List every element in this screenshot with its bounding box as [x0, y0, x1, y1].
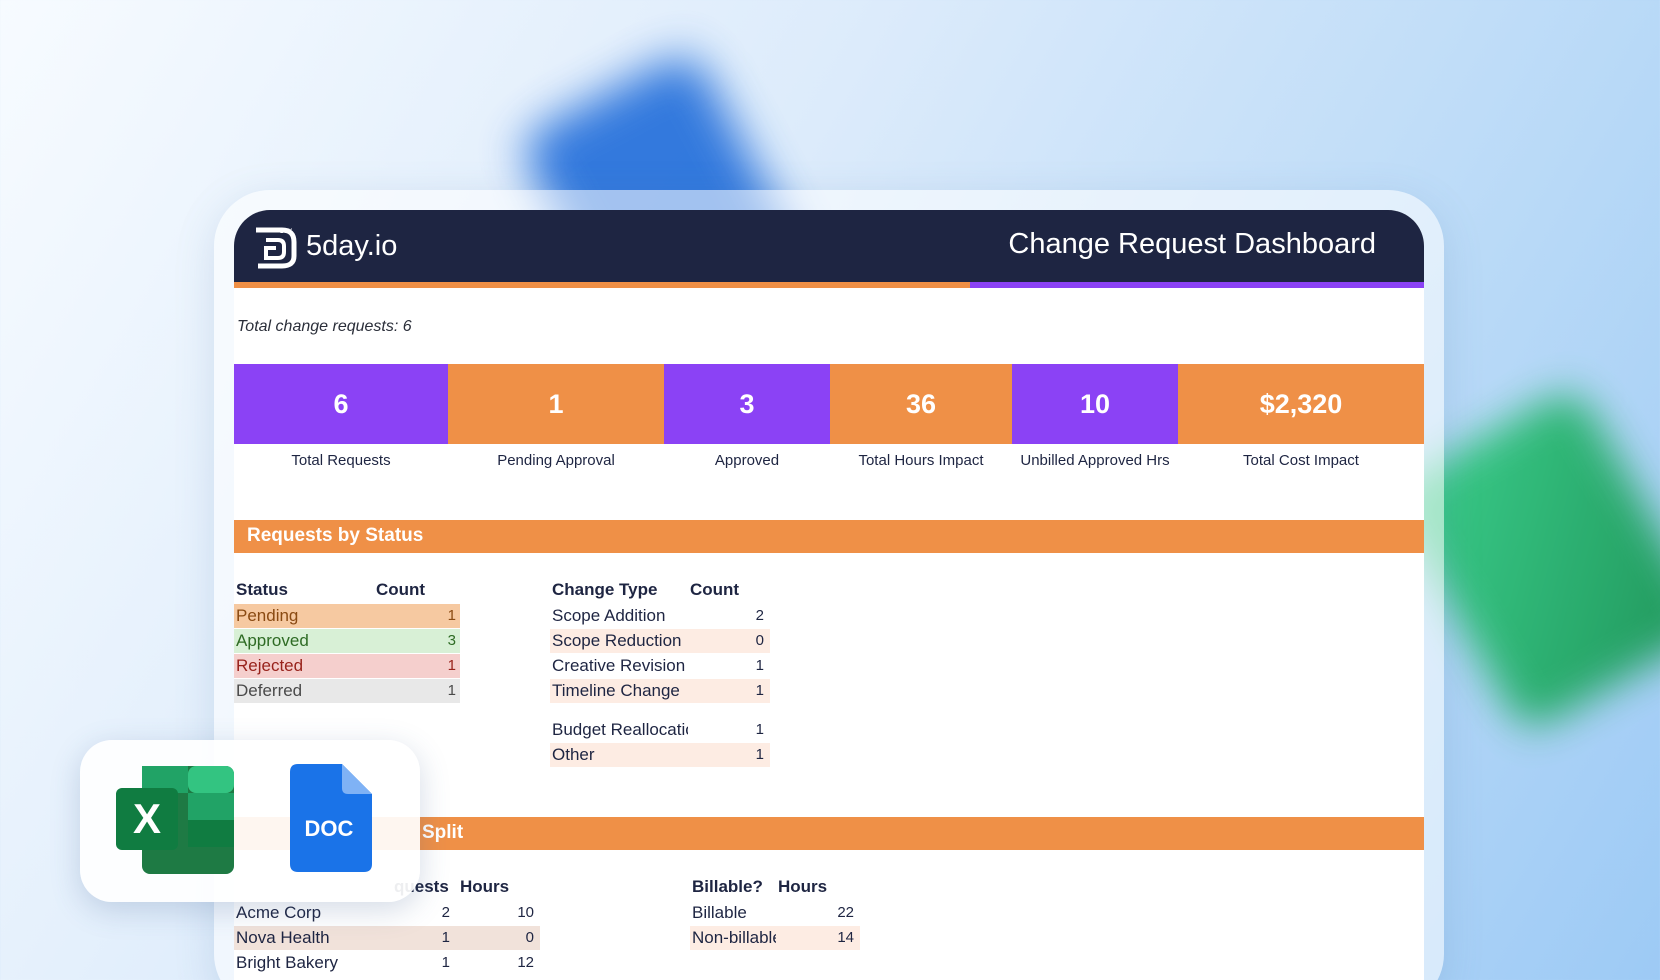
table-row: Billable 22 — [690, 901, 860, 925]
logo-icon: DAY — [256, 227, 297, 269]
section-title: Split — [422, 822, 464, 843]
accent-bar-purple — [970, 282, 1424, 288]
table-row: Bright Bakery 1 12 — [234, 951, 540, 975]
kpi-label: Total Cost Impact — [1243, 452, 1359, 469]
table-row: Other 1 — [550, 743, 770, 767]
kpi-value: 3 — [739, 388, 755, 419]
kpi-approved: 3 — [664, 364, 830, 444]
kpi-label: Pending Approval — [497, 452, 615, 469]
table-row: Acme Corp 2 10 — [234, 901, 540, 925]
row-requests: 1 — [441, 954, 450, 971]
row-label: Other — [552, 745, 595, 764]
kpi-value: 6 — [333, 388, 349, 419]
kpi-value: 36 — [905, 388, 937, 419]
kpi-unbilled-approved-hrs: 10 — [1012, 364, 1178, 444]
row-hours: 12 — [517, 954, 534, 971]
table-row: Scope Reduction 0 — [550, 629, 770, 653]
logo-small-text: DAY — [280, 229, 292, 235]
row-count: 1 — [447, 682, 456, 699]
kpi-value: 1 — [548, 388, 564, 419]
row-label: Rejected — [236, 656, 304, 675]
table-row: Deferred 1 — [234, 679, 460, 703]
table-row: Non-billable 14 — [690, 926, 860, 950]
table-row: Pending 1 — [234, 604, 460, 628]
table-row: Scope Addition 2 — [550, 604, 770, 628]
doc-file-icon[interactable]: DOC — [290, 764, 372, 872]
row-requests: 2 — [441, 904, 450, 921]
accent-bar — [234, 282, 1424, 288]
kpi-pending-approval: 1 — [448, 364, 664, 444]
row-label: Acme Corp — [236, 903, 322, 922]
kpi-row: 6 1 3 36 10 $2,320 — [234, 364, 1424, 444]
kpi-label: Total Hours Impact — [858, 452, 984, 469]
excel-icon[interactable]: X — [116, 766, 234, 874]
section-header-requests-by-status: Requests by Status — [234, 520, 1424, 553]
row-count: 2 — [755, 607, 764, 624]
table-row: Nova Health 1 0 — [234, 926, 540, 950]
kpi-label: Total Requests — [291, 452, 391, 469]
row-label: Creative Revision — [552, 656, 686, 675]
row-label: Billable — [692, 903, 747, 922]
column-header: Status — [236, 580, 288, 599]
row-count: 1 — [447, 657, 456, 674]
column-header: Billable? — [692, 877, 763, 896]
kpi-value: 10 — [1079, 388, 1111, 419]
table-row: Rejected 1 — [234, 654, 460, 678]
row-hours: 14 — [837, 929, 854, 946]
row-label: Bright Bakery — [236, 953, 339, 972]
kpi-total-cost-impact: $2,320 — [1178, 364, 1424, 444]
column-header: Count — [376, 580, 426, 599]
kpi-value: $2,320 — [1259, 388, 1343, 419]
column-header: Count — [690, 580, 740, 599]
accent-bar-orange — [234, 282, 970, 288]
row-label: Budget Reallocation — [552, 720, 688, 739]
row-count: 0 — [755, 632, 764, 649]
row-count: 1 — [755, 682, 764, 699]
row-count: 1 — [447, 607, 456, 624]
row-count: 3 — [447, 632, 456, 649]
row-hours: 22 — [837, 904, 854, 921]
doc-label: DOC — [305, 816, 354, 841]
kpi-total-hours-impact: 36 — [830, 364, 1012, 444]
kpi-label: Unbilled Approved Hrs — [1020, 452, 1170, 469]
file-format-badges: X DOC — [80, 740, 420, 902]
page-title: Change Request Dashboard — [1008, 228, 1376, 260]
row-label: Timeline Change — [552, 681, 680, 700]
row-label: Scope Reduction — [552, 631, 682, 650]
kpi-label: Approved — [714, 452, 780, 469]
row-label: Deferred — [236, 681, 303, 700]
brand-name: 5day.io — [306, 230, 398, 262]
excel-letter: X — [133, 795, 161, 842]
table-row: Approved 3 — [234, 629, 460, 653]
row-count: 1 — [755, 746, 764, 763]
row-label: Non-billable — [692, 928, 776, 947]
row-count: 1 — [755, 657, 764, 674]
row-hours: 0 — [525, 929, 534, 946]
row-label: Nova Health — [236, 928, 330, 947]
column-header: Hours — [460, 877, 510, 896]
row-label: Scope Addition — [552, 606, 666, 625]
row-requests: 1 — [441, 929, 450, 946]
column-header: Hours — [778, 877, 828, 896]
top-bar: DAY 5day.io Change Request Dashboard — [234, 210, 1424, 282]
row-hours: 10 — [517, 904, 534, 921]
column-header: Change Type — [552, 580, 658, 599]
table-row: Budget Reallocation 1 — [550, 718, 770, 742]
table-row: Timeline Change 1 — [550, 679, 770, 703]
row-count: 1 — [755, 721, 764, 738]
table-row: Creative Revision 1 — [550, 654, 770, 678]
total-requests-line: Total change requests: 6 — [237, 318, 412, 335]
kpi-total-requests: 6 — [234, 364, 448, 444]
row-label: Pending — [236, 606, 299, 625]
row-label: Approved — [236, 631, 309, 650]
